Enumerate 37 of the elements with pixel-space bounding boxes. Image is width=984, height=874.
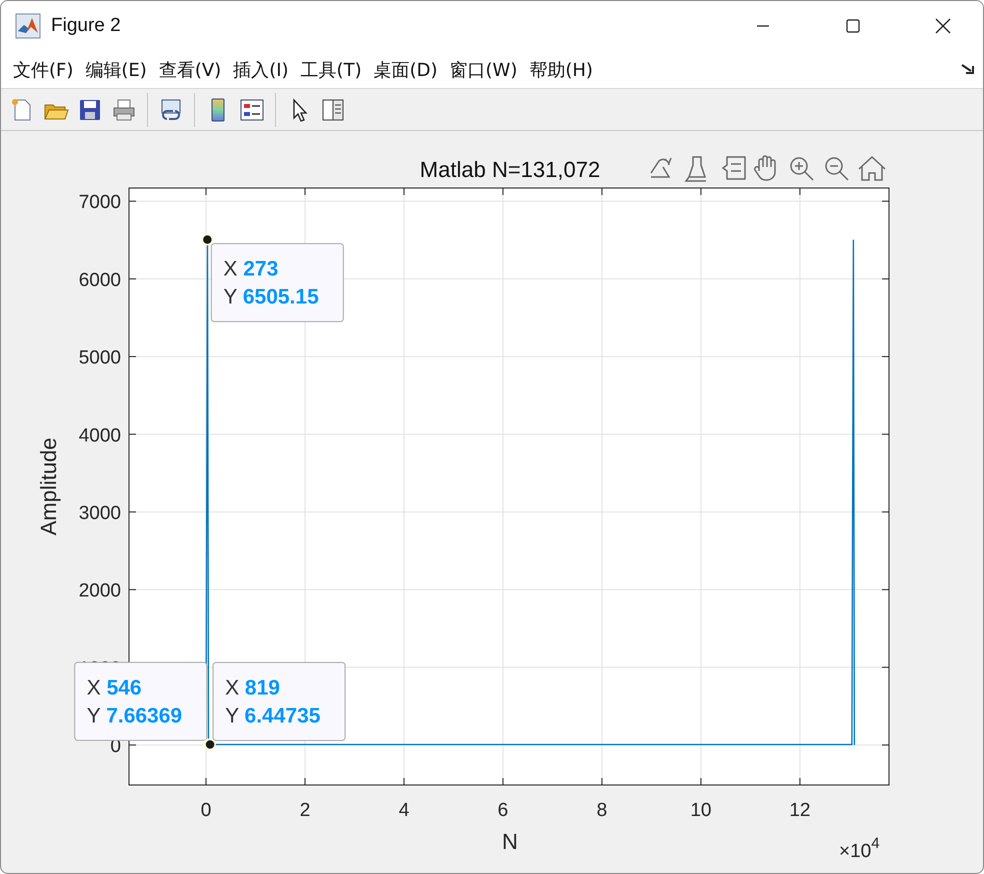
data-point-marker — [202, 234, 214, 246]
y-tick-label: 2000 — [78, 580, 121, 602]
menu-item[interactable]: 窗口(W) — [444, 58, 524, 82]
menu-item[interactable]: 编辑(E) — [79, 58, 153, 82]
x-tick-label: 10 — [690, 800, 712, 821]
y-axis-label: Amplitude — [36, 438, 61, 536]
maximize-icon — [846, 19, 860, 33]
data-tip-text: Y 6505.15 — [223, 286, 319, 309]
x-tick-label: 8 — [596, 800, 608, 821]
x-axis-label: N — [502, 829, 518, 854]
dock-arrow-icon[interactable] — [961, 63, 975, 75]
data-tip-text: Y 6.44735 — [225, 704, 320, 728]
data-tip-text: X 273 — [223, 258, 278, 281]
axis-exponent: ×10$^{4}$ — [839, 835, 880, 862]
y-tick-label: 6000 — [78, 270, 121, 291]
menu-item[interactable]: 工具(T) — [294, 58, 368, 82]
menu-item[interactable]: 桌面(D) — [368, 58, 444, 82]
y-tick-label: 4000 — [78, 425, 121, 446]
data-tip-text: X 546 — [86, 676, 142, 700]
close-icon — [935, 18, 951, 34]
data-tip-text: X 819 — [225, 676, 280, 700]
menu-item[interactable]: 帮助(H) — [523, 58, 599, 82]
menu-item[interactable]: 文件(F) — [7, 58, 80, 82]
y-tick-label: 3000 — [78, 502, 121, 524]
app-logo-icon — [15, 13, 41, 39]
menu-item[interactable]: 查看(V) — [152, 58, 228, 82]
x-tick-label: 6 — [498, 800, 508, 821]
chart-title: Matlab N=131,072 — [420, 157, 600, 182]
x-tick-label: 12 — [789, 800, 810, 821]
x-tick-label: 0 — [200, 800, 212, 821]
data-tip-text: Y 7.66369 — [86, 704, 182, 728]
x-tick-label: 2 — [300, 800, 310, 821]
x-tick-label: 4 — [398, 800, 410, 821]
y-tick-label: 7000 — [78, 192, 121, 214]
menu-item[interactable]: 插入(I) — [227, 58, 295, 82]
y-tick-label: 5000 — [78, 348, 121, 369]
window-title: Figure 2 — [51, 15, 122, 37]
